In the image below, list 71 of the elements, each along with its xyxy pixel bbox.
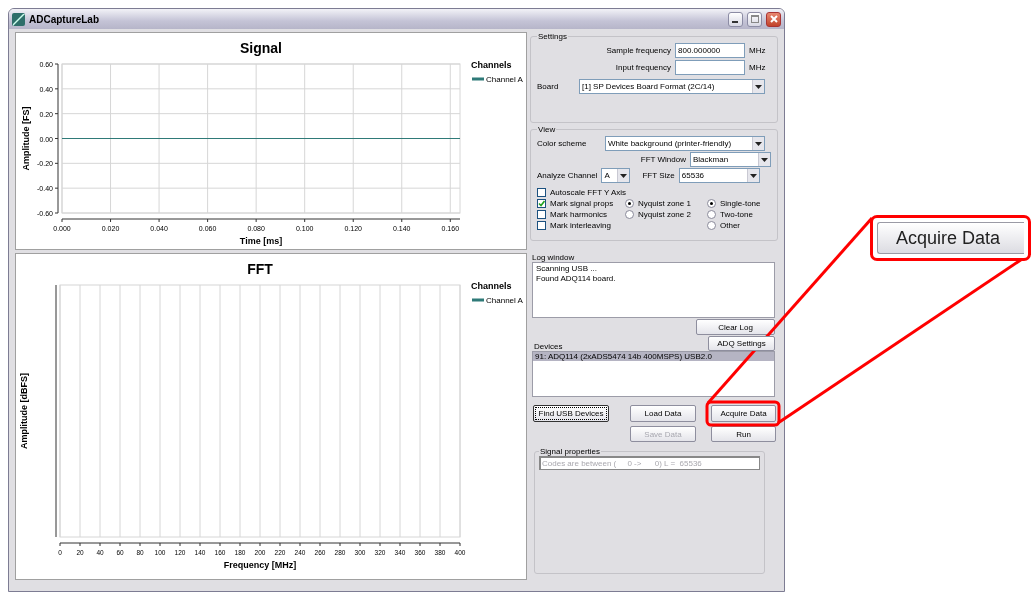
dropdown-arrow-icon — [620, 173, 628, 178]
action-button[interactable]: Find USB Devices — [533, 405, 609, 422]
chart-title: Signal — [240, 40, 282, 56]
checkbox-label: Autoscale FFT Y Axis — [550, 188, 627, 197]
checkbox-label: Mark interleaving — [550, 221, 611, 230]
field-label: Color scheme — [537, 139, 588, 148]
input-field[interactable]: 800.000000 — [675, 43, 745, 58]
dropdown-arrow-icon — [761, 157, 768, 162]
radio-label: Other — [720, 221, 740, 230]
legend-label: Channel A — [486, 296, 523, 305]
fft-size-dropdown[interactable]: 65536 — [678, 168, 760, 183]
radio-label: Nyquist zone 2 — [638, 210, 691, 219]
board-dropdown[interactable]: [1] SP Devices Board Format (2C/14) — [579, 79, 765, 94]
group-title: View — [537, 125, 557, 134]
checkbox[interactable] — [537, 199, 546, 208]
clear-log-button[interactable]: Clear Log — [696, 319, 775, 335]
radio-button[interactable] — [707, 199, 716, 208]
axis-title: Frequency [MHz] — [223, 560, 297, 570]
dropdown-arrow-icon — [749, 173, 757, 178]
field-label: Analyze Channel — [537, 171, 598, 180]
unit-label: MHz — [749, 63, 767, 72]
action-button[interactable]: Load Data — [630, 405, 696, 422]
legend-title: Channels — [471, 281, 512, 291]
radio-button[interactable] — [707, 221, 716, 230]
checkbox-label: Mark signal props — [550, 199, 614, 208]
group-title: Signal properties — [539, 447, 602, 456]
minimize-button[interactable] — [728, 11, 743, 27]
action-button[interactable]: Acquire Data — [711, 405, 776, 422]
dropdown-arrow-icon — [755, 84, 762, 89]
legend-label: Channel A — [486, 75, 523, 84]
close-button[interactable] — [766, 11, 781, 27]
app-icon — [12, 12, 25, 26]
checkbox[interactable] — [537, 210, 546, 219]
axis-title: Time [ms] — [239, 236, 283, 246]
radio-button[interactable] — [625, 210, 634, 219]
dropdown-arrow-icon — [755, 141, 762, 146]
checkbox[interactable] — [537, 188, 546, 197]
radio-label: Two-tone — [720, 210, 753, 219]
check-icon — [538, 200, 545, 207]
axis-title: Amplitude [dBFS] — [19, 373, 29, 449]
radio-label: Single-tone — [720, 199, 761, 208]
input-field[interactable] — [675, 60, 745, 75]
signal-properties-text: Codes are between ( 0 -> 0) L = 65536 — [542, 459, 702, 468]
field-label: Board — [537, 82, 560, 91]
close-icon — [769, 15, 778, 23]
log-line: Found ADQ114 board. — [536, 274, 617, 284]
field-label: FFT Window — [640, 155, 686, 164]
field-label: Input frequency — [615, 63, 671, 72]
group-title: Settings — [537, 32, 568, 41]
radio-button[interactable] — [625, 199, 634, 208]
field-label: FFT Size — [642, 171, 675, 180]
chart-title: FFT — [247, 261, 273, 277]
axis-title: Amplitude [FS] — [21, 106, 31, 171]
fft-window-dropdown[interactable]: Blackman — [690, 152, 771, 167]
color-scheme-dropdown[interactable]: White background (printer-friendly) — [605, 136, 765, 151]
checkbox-label: Mark harmonics — [550, 210, 607, 219]
field-label: Sample frequency — [606, 46, 671, 55]
legend-title: Channels — [471, 60, 512, 70]
log-text-area[interactable]: Scanning USB ... Found ADQ114 board. — [532, 262, 775, 318]
channel-dropdown[interactable]: A — [601, 168, 631, 183]
unit-label: MHz — [749, 46, 767, 55]
adq-settings-button[interactable]: ADQ Settings — [708, 336, 775, 351]
list-item[interactable]: 91: ADQ114 (2xADS5474 14b 400MSPS) USB2.0 — [533, 352, 774, 361]
checkbox[interactable] — [537, 221, 546, 230]
section-label: Log window — [532, 253, 576, 262]
maximize-icon — [750, 15, 759, 23]
window-title: ADCaptureLab — [29, 13, 100, 25]
section-label: Devices — [534, 342, 563, 351]
log-line: Scanning USB ... — [536, 264, 598, 274]
radio-label: Nyquist zone 1 — [638, 199, 691, 208]
radio-button[interactable] — [707, 210, 716, 219]
